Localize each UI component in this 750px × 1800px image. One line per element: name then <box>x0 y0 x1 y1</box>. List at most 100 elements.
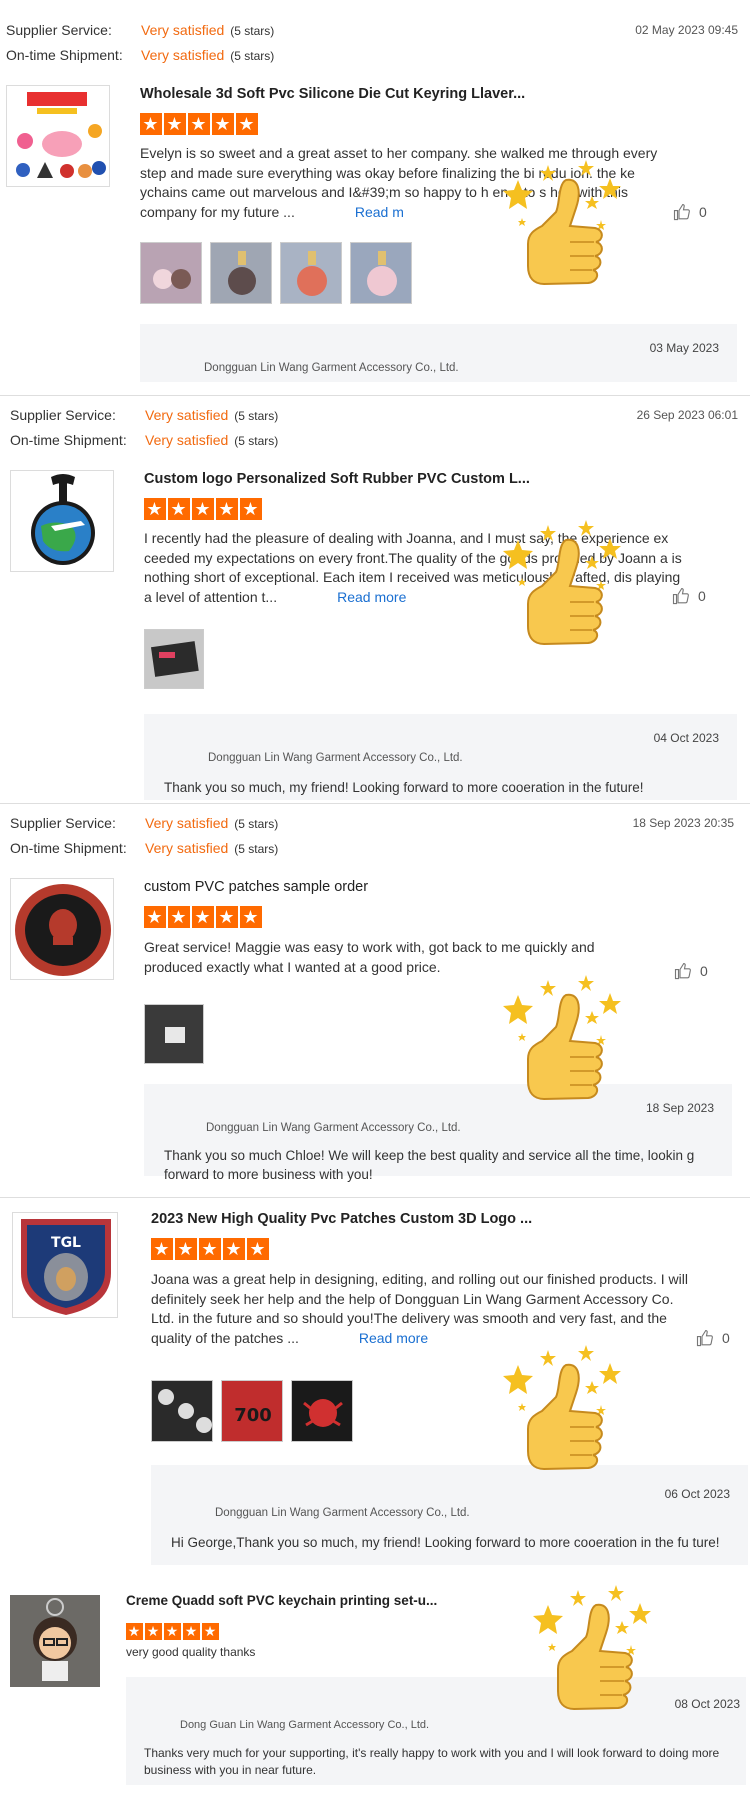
rating-stars-text: (5 stars) <box>234 817 279 831</box>
rating-label: On-time Shipment: <box>6 47 123 63</box>
ontime-shipment-rating: On-time Shipment: Very satisfied (5 stars) <box>6 47 274 64</box>
review-card: Supplier Service: Very satisfied (5 stars)… <box>0 0 750 385</box>
rating-stars-text: (5 stars) <box>230 49 275 63</box>
star-icon: ★ <box>168 906 190 928</box>
rating-label: On-time Shipment: <box>10 840 127 856</box>
review-stars: ★ ★ ★ ★ ★ <box>126 1619 221 1641</box>
reply-company: Dongguan Lin Wang Garment Accessory Co.,… <box>208 752 463 764</box>
thumbs-up-icon <box>503 1345 621 1471</box>
rating-stars-text: (5 stars) <box>234 842 279 856</box>
star-icon: ★ <box>247 1238 269 1260</box>
divider <box>0 1574 750 1575</box>
review-photo[interactable] <box>151 1380 213 1442</box>
star-icon: ★ <box>164 113 186 135</box>
read-more-link[interactable]: Read more <box>337 589 406 605</box>
product-title[interactable]: Custom logo Personalized Soft Rubber PVC… <box>144 471 530 487</box>
thumbs-up-icon <box>503 520 621 646</box>
thumbs-up-icon <box>672 587 689 605</box>
thumbs-up-icon <box>533 1585 651 1711</box>
rating-value: Very satisfied <box>145 407 229 423</box>
review-photos <box>144 1004 204 1064</box>
supplier-reply: 06 Oct 2023 Dongguan Lin Wang Garment Ac… <box>151 1465 748 1565</box>
star-icon: ★ <box>175 1238 197 1260</box>
product-title[interactable]: custom PVC patches sample order <box>144 879 368 895</box>
reply-text: Thank you so much, my friend! Looking fo… <box>164 780 644 795</box>
star-icon: ★ <box>199 1238 221 1260</box>
like-button[interactable]: 0 <box>674 962 708 980</box>
review-card: TGL 2023 New High Quality Pvc Patches Cu… <box>0 1198 750 1578</box>
review-body: very good quality thanks <box>126 1645 256 1659</box>
like-button[interactable]: 0 <box>672 587 706 605</box>
review-photo[interactable]: 700 <box>221 1380 283 1442</box>
review-text: very good quality thanks <box>126 1643 526 1663</box>
star-icon: ★ <box>192 906 214 928</box>
read-more-link[interactable]: Read m <box>355 204 404 220</box>
read-more-link[interactable]: Read more <box>359 1330 428 1346</box>
product-title[interactable]: Creme Quadd soft PVC keychain printing s… <box>126 1593 437 1608</box>
review-body: Great service! Maggie was easy to work w… <box>144 939 595 975</box>
thumbs-up-sticker <box>500 160 630 300</box>
review-photo[interactable] <box>144 629 204 689</box>
review-photo[interactable] <box>140 242 202 304</box>
product-title[interactable]: Wholesale 3d Soft Pvc Silicone Die Cut K… <box>140 86 525 102</box>
like-button[interactable]: 0 <box>673 203 707 221</box>
like-count: 0 <box>699 204 707 220</box>
product-thumbnail[interactable] <box>10 470 114 572</box>
thumbs-up-sticker <box>530 1585 660 1725</box>
reply-date: 06 Oct 2023 <box>664 1487 730 1501</box>
star-icon: ★ <box>202 1623 219 1640</box>
supplier-service-rating: Supplier Service: Very satisfied (5 stars) <box>6 22 274 39</box>
star-icon: ★ <box>236 113 258 135</box>
product-title[interactable]: 2023 New High Quality Pvc Patches Custom… <box>151 1211 532 1227</box>
product-thumbnail[interactable] <box>6 85 110 187</box>
reply-date: 08 Oct 2023 <box>674 1697 740 1711</box>
thumbs-up-icon <box>696 1329 713 1347</box>
star-icon: ★ <box>192 498 214 520</box>
thumbs-up-sticker <box>500 1345 630 1485</box>
like-button[interactable]: 0 <box>696 1329 730 1347</box>
rating-value: Very satisfied <box>145 815 229 831</box>
rating-value: Very satisfied <box>145 840 229 856</box>
supplier-reply: 03 May 2023 Dongguan Lin Wang Garment Ac… <box>140 324 737 382</box>
review-photo[interactable] <box>291 1380 353 1442</box>
star-icon: ★ <box>216 906 238 928</box>
review-card: Supplier Service: Very satisfied (5 stars)… <box>0 804 750 1182</box>
reply-text: Thank you so much Chloe! We will keep th… <box>164 1148 695 1182</box>
rating-label: Supplier Service: <box>10 407 116 423</box>
thumbs-up-icon <box>674 962 691 980</box>
review-stars: ★ ★ ★ ★ ★ <box>151 1238 271 1260</box>
review-date: 26 Sep 2023 06:01 <box>636 408 738 422</box>
thumbs-up-icon <box>503 975 621 1101</box>
review-text: Great service! Maggie was easy to work w… <box>144 938 604 977</box>
star-icon: ★ <box>126 1623 143 1640</box>
review-photo[interactable] <box>350 242 412 304</box>
star-icon: ★ <box>188 113 210 135</box>
star-icon: ★ <box>183 1623 200 1640</box>
thumbs-up-sticker <box>500 975 630 1115</box>
star-icon: ★ <box>240 498 262 520</box>
svg-text:700: 700 <box>234 1405 272 1426</box>
review-photos: 700 <box>151 1380 353 1442</box>
product-thumbnail[interactable]: TGL <box>12 1212 118 1318</box>
reply-company: Dongguan Lin Wang Garment Accessory Co.,… <box>206 1122 461 1134</box>
rating-label: Supplier Service: <box>10 815 116 831</box>
star-icon: ★ <box>151 1238 173 1260</box>
like-count: 0 <box>722 1330 730 1346</box>
review-photo[interactable] <box>144 1004 204 1064</box>
star-icon: ★ <box>140 113 162 135</box>
rating-stars-text: (5 stars) <box>230 24 275 38</box>
star-icon: ★ <box>168 498 190 520</box>
svg-text:TGL: TGL <box>51 1235 81 1251</box>
supplier-reply: 04 Oct 2023 Dongguan Lin Wang Garment Ac… <box>144 714 737 800</box>
supplier-reply: 18 Sep 2023 Dongguan Lin Wang Garment Ac… <box>144 1084 732 1182</box>
review-photo[interactable] <box>280 242 342 304</box>
product-thumbnail[interactable] <box>10 1595 100 1687</box>
ontime-shipment-rating: On-time Shipment: Very satisfied (5 stars) <box>10 432 278 449</box>
review-card: Supplier Service: Very satisfied (5 stars)… <box>0 396 750 801</box>
product-thumbnail[interactable] <box>10 878 114 980</box>
rating-stars-text: (5 stars) <box>234 409 279 423</box>
rating-stars-text: (5 stars) <box>234 434 279 448</box>
review-photo[interactable] <box>210 242 272 304</box>
reply-company: Dongguan Lin Wang Garment Accessory Co.,… <box>204 362 459 374</box>
supplier-service-rating: Supplier Service: Very satisfied (5 stars) <box>10 815 278 832</box>
